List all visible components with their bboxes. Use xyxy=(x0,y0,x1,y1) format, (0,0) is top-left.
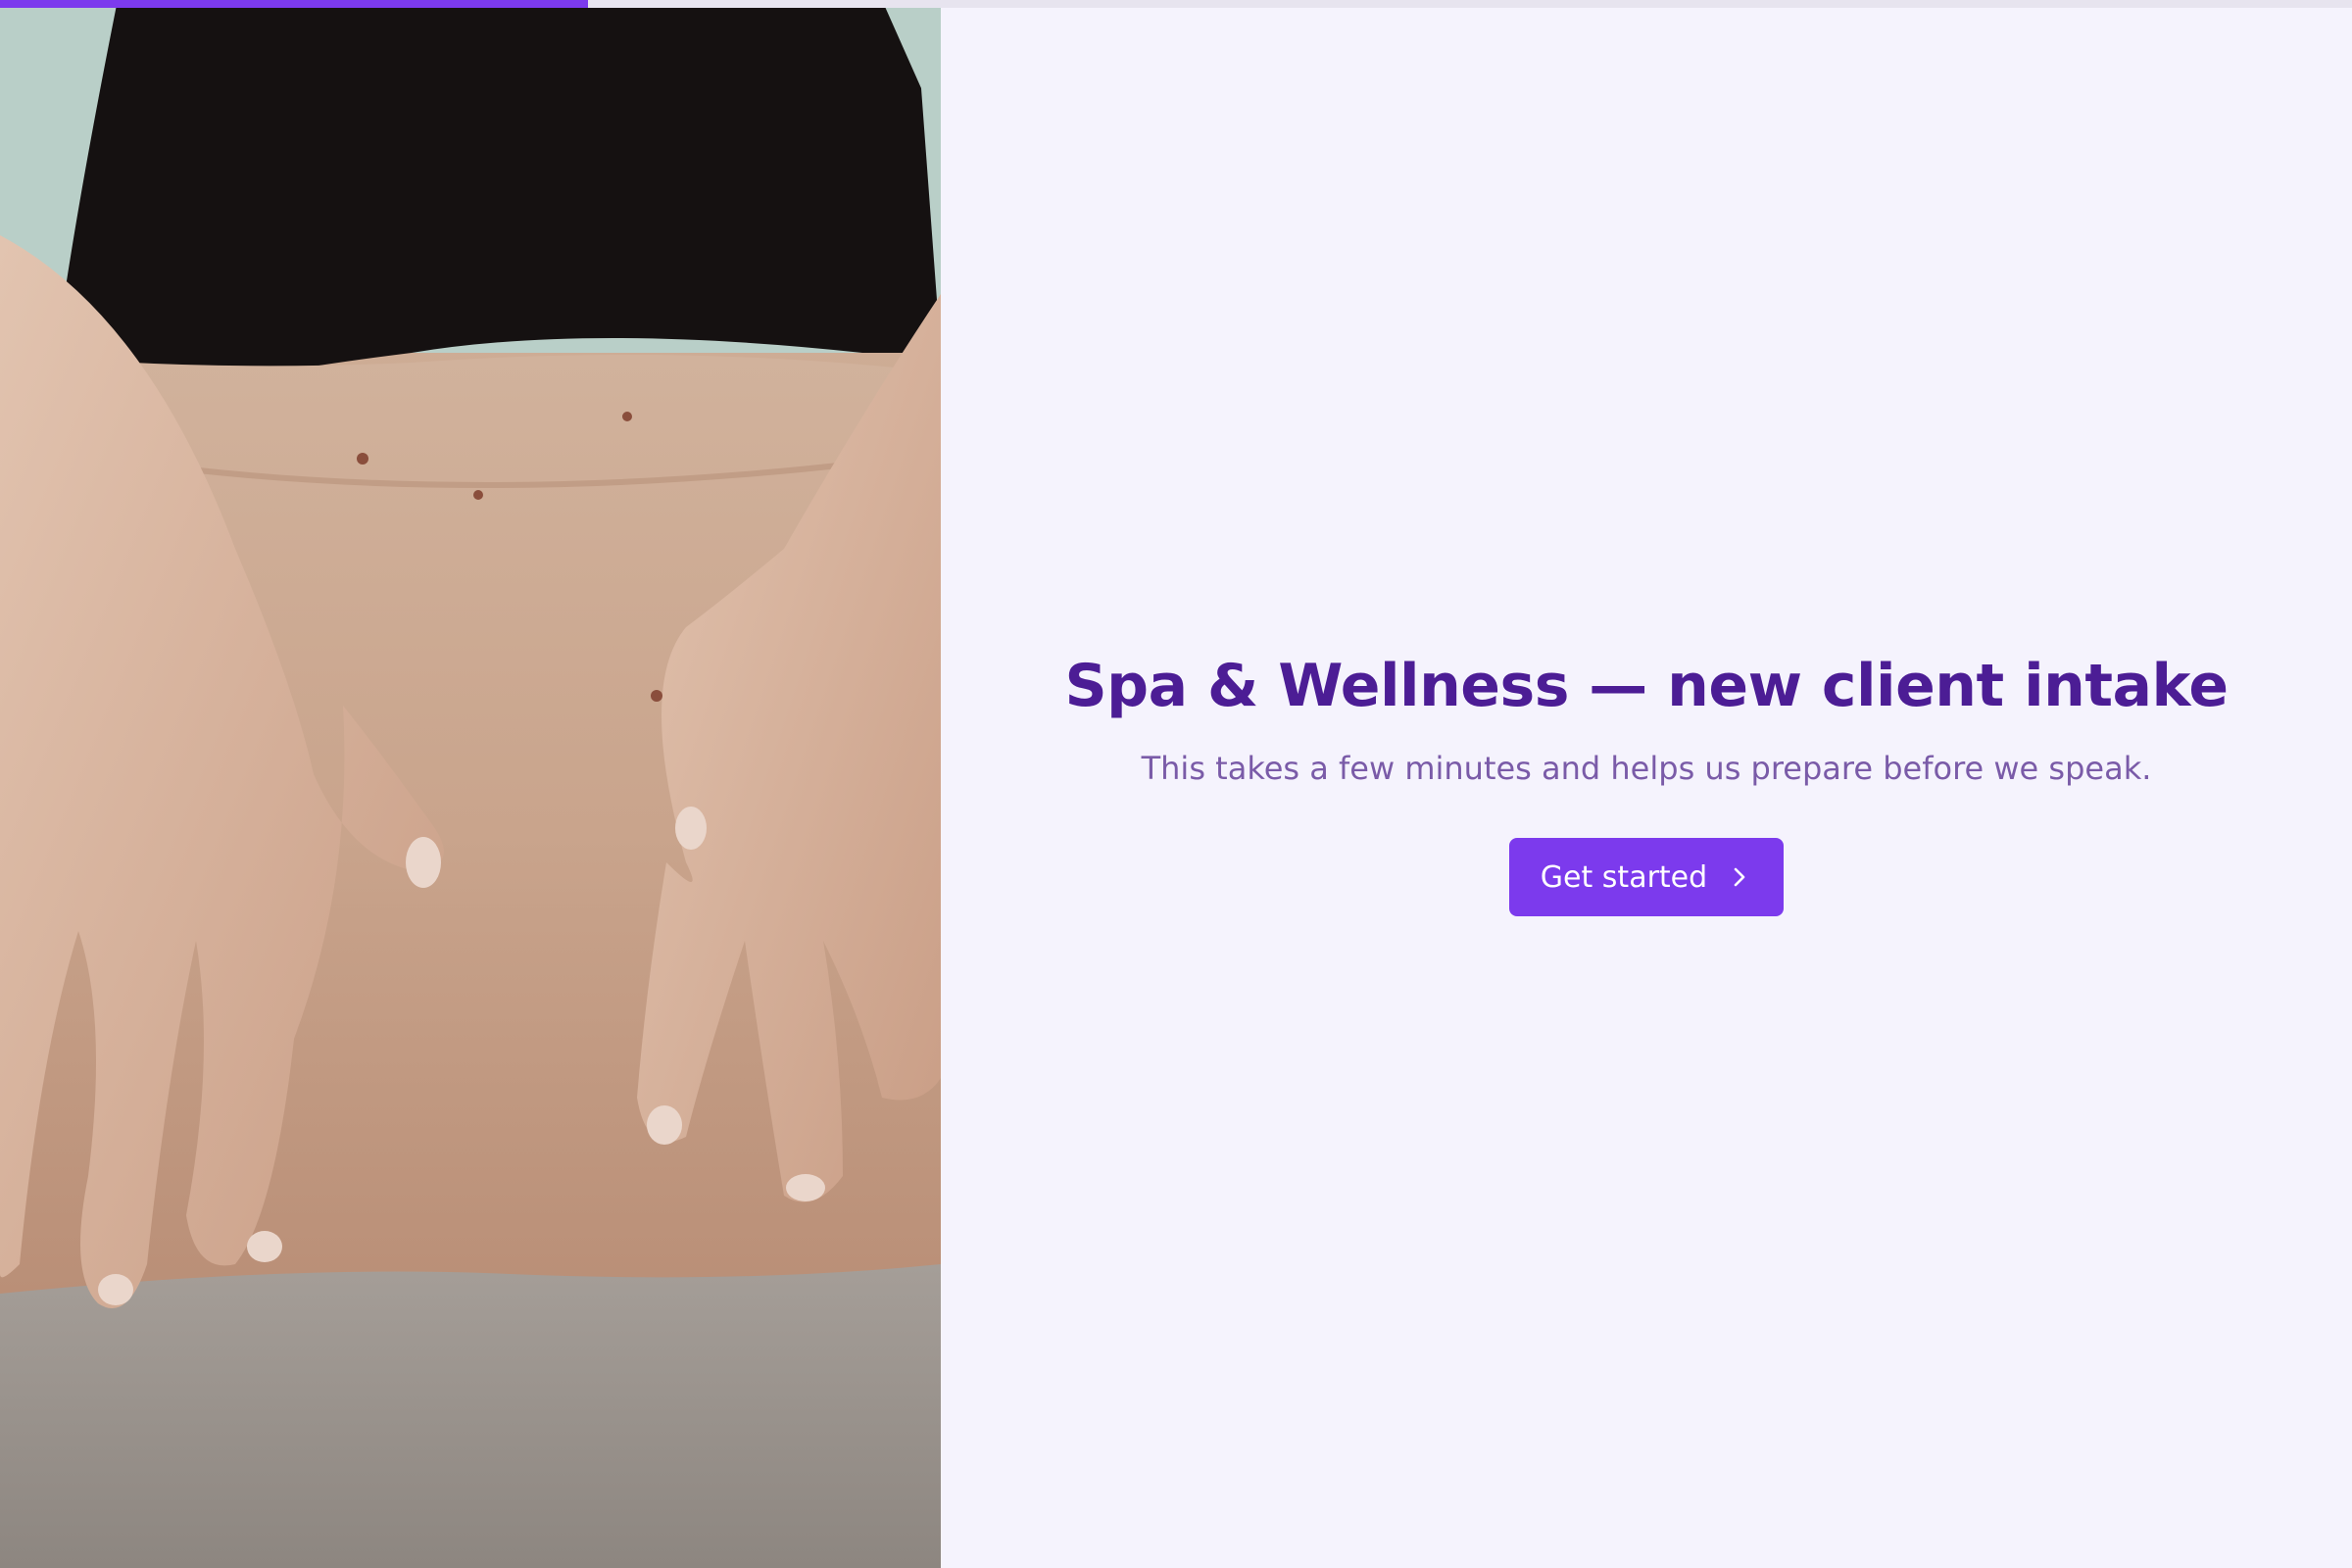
page-subtitle: This takes a few minutes and helps us pr… xyxy=(1141,750,2152,787)
page-title: Spa & Wellness — new client intake xyxy=(1064,652,2229,720)
massage-photo xyxy=(0,0,941,1568)
get-started-button[interactable]: Get started xyxy=(1508,838,1785,916)
chevron-right-icon xyxy=(1729,866,1750,888)
intro-panel: Spa & Wellness — new client intake This … xyxy=(941,0,2352,1568)
hero-image xyxy=(0,0,941,1568)
get-started-label: Get started xyxy=(1540,859,1708,895)
progress-bar xyxy=(0,0,2352,8)
progress-bar-fill xyxy=(0,0,588,8)
